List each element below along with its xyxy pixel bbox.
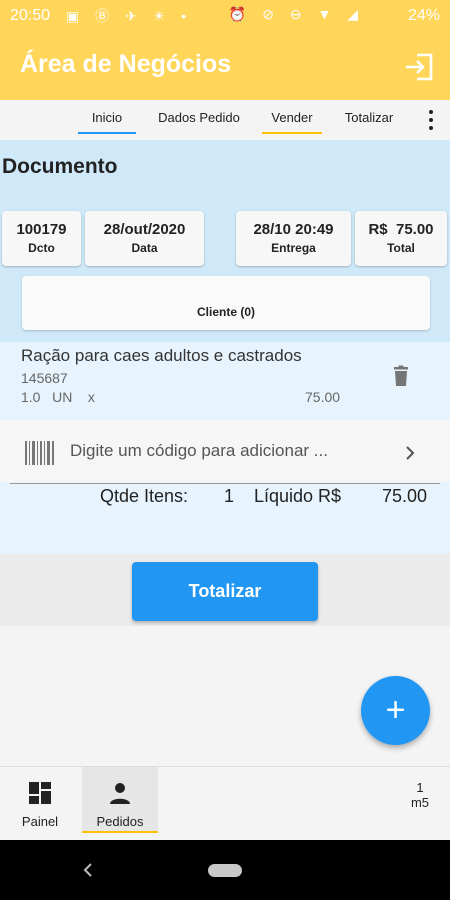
item-code: 145687: [21, 370, 68, 386]
status-bar: 20:50 ▣ Ⓑ ✈ ☀ • ⏰ ⊘ ⊖ ▼ ◢ 24%: [0, 0, 450, 34]
tab-totalizar[interactable]: Totalizar: [338, 110, 400, 125]
item-name[interactable]: Ração para caes adultos e castrados: [21, 346, 302, 366]
delete-item-icon[interactable]: [389, 364, 413, 388]
tab-dados-pedido[interactable]: Dados Pedido: [150, 110, 248, 125]
chevron-right-icon[interactable]: [402, 444, 418, 462]
dcto-label: Dcto: [28, 241, 55, 255]
counter-top: 1: [416, 780, 424, 795]
dcto-value: 100179: [16, 221, 67, 238]
item-price: 75.00: [305, 389, 341, 405]
divider: [10, 483, 440, 484]
total-label: Total: [387, 241, 415, 255]
entrega-label: Entrega: [271, 241, 316, 255]
cliente-label: Cliente (0): [196, 305, 255, 319]
tab-bar: Inicio Dados Pedido Vender Totalizar: [0, 100, 450, 140]
tab-label: Inicio: [91, 110, 123, 125]
nav-pedidos[interactable]: Pedidos: [82, 767, 158, 833]
back-icon[interactable]: [82, 862, 94, 878]
home-pill[interactable]: [208, 864, 242, 877]
cliente-selector[interactable]: Cliente (0): [22, 276, 430, 330]
tab-inicio[interactable]: Inicio: [78, 110, 136, 134]
page-title: Área de Negócios: [20, 50, 232, 78]
person-icon: [108, 781, 132, 805]
entrega-value: 28/10 20:49: [253, 221, 334, 238]
tab-underline: [262, 132, 322, 134]
add-fab-button[interactable]: +: [361, 676, 430, 745]
dcto-box: 100179 Dcto: [2, 211, 81, 266]
liquido-value: 75.00: [382, 486, 428, 506]
data-label: Data: [131, 241, 158, 255]
barcode-icon[interactable]: [24, 441, 56, 465]
liquido-label: Líquido R$: [254, 486, 342, 506]
nav-label: Pedidos: [96, 814, 144, 829]
data-box: 28/out/2020 Data: [85, 211, 204, 266]
tab-underline: [78, 132, 136, 134]
tab-label: Dados Pedido: [158, 110, 240, 125]
more-options-icon[interactable]: [426, 110, 436, 134]
nav-active-indicator: [82, 831, 158, 833]
plus-icon: +: [385, 691, 406, 729]
nav-label: Painel: [21, 814, 59, 829]
page-counter: 1 m5: [400, 780, 440, 810]
system-icons: ⏰ ⊘ ⊖ ▼ ◢: [228, 6, 364, 22]
status-time: 20:50: [10, 7, 51, 24]
battery-level: 24%: [407, 7, 440, 24]
item-quantity: 1.0 UN x: [21, 389, 95, 405]
product-code-input[interactable]: [66, 436, 384, 466]
totalizar-button[interactable]: Totalizar: [132, 562, 318, 621]
tab-vender[interactable]: Vender: [262, 110, 322, 134]
logout-icon[interactable]: [402, 50, 436, 84]
entrega-box[interactable]: 28/10 20:49 Entrega: [236, 211, 351, 266]
notification-icons: ▣ Ⓑ ✈ ☀ •: [66, 8, 192, 24]
qtde-itens-label: Qtde Itens:: [100, 486, 189, 506]
document-title: Documento: [2, 155, 118, 178]
tab-label: Vender: [271, 110, 313, 125]
bottom-navigation: Painel Pedidos: [0, 766, 450, 841]
total-box: R$ 75.00 Total: [355, 211, 447, 266]
data-value: 28/out/2020: [103, 221, 186, 238]
counter-bottom: m5: [410, 795, 430, 810]
qtde-itens-value: 1: [224, 486, 235, 506]
tab-label: Totalizar: [344, 110, 394, 125]
total-value: R$ 75.00: [368, 221, 434, 238]
nav-painel[interactable]: Painel: [10, 767, 70, 833]
dashboard-icon: [28, 781, 52, 805]
